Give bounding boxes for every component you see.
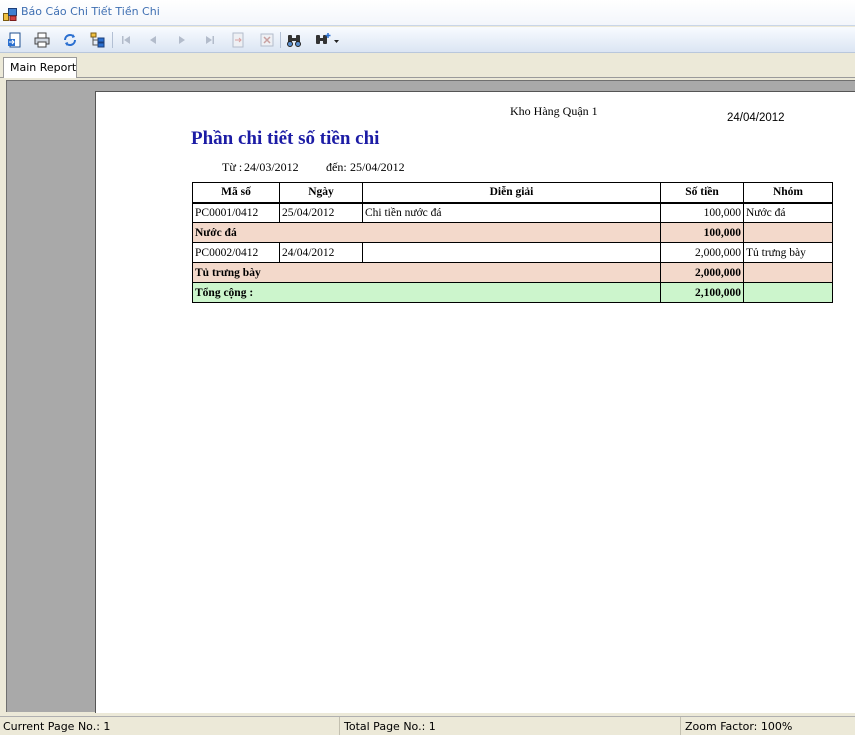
to-label: đến: xyxy=(326,160,347,174)
toolbar xyxy=(0,27,855,53)
group-subtotal-row: Nước đá 100,000 xyxy=(192,222,833,243)
group-label: Tủ trưng bày xyxy=(192,262,661,283)
cell-so-tien: 100,000 xyxy=(660,202,744,223)
group-subtotal-row: Tủ trưng bày 2,000,000 xyxy=(192,262,833,283)
cell-so-tien: 2,000,000 xyxy=(660,242,744,263)
cell-ma-so: PC0001/0412 xyxy=(192,202,280,223)
column-header-dien-giai: Diễn giải xyxy=(362,182,661,204)
zoom-status: Zoom Factor: 100% xyxy=(685,720,793,733)
zoom-icon[interactable] xyxy=(312,30,342,50)
toolbar-separator xyxy=(280,32,281,48)
grand-total-amount: 2,100,000 xyxy=(660,282,744,303)
table-header: Mã số Ngày Diễn giải Số tiền Nhóm xyxy=(192,182,833,204)
refresh-icon[interactable] xyxy=(60,30,80,50)
group-subtotal: 100,000 xyxy=(660,222,744,243)
detail-table: Mã số Ngày Diễn giải Số tiền Nhóm PC0001… xyxy=(192,182,833,303)
total-empty-cell xyxy=(743,282,833,303)
column-header-nhom: Nhóm xyxy=(743,182,833,204)
tab-strip: Main Report xyxy=(0,54,855,78)
first-page-icon[interactable] xyxy=(116,30,136,50)
tab-main-report[interactable]: Main Report xyxy=(3,57,77,78)
cell-nhom: Nước đá xyxy=(743,202,833,223)
group-tree-icon[interactable] xyxy=(88,30,108,50)
column-header-ma-so: Mã số xyxy=(192,182,280,204)
cell-ngay: 25/04/2012 xyxy=(279,202,363,223)
previous-page-icon[interactable] xyxy=(143,30,163,50)
print-date: 24/04/2012 xyxy=(727,112,785,124)
to-date: 25/04/2012 xyxy=(350,160,405,174)
stop-icon[interactable] xyxy=(257,30,277,50)
report-viewport[interactable]: Kho Hàng Quận 1 24/04/2012 Phần chi tiết… xyxy=(6,80,855,713)
window-title: Báo Cáo Chi Tiết Tiền Chi xyxy=(21,5,160,18)
org-name: Kho Hàng Quận 1 xyxy=(510,104,598,118)
group-subtotal: 2,000,000 xyxy=(660,262,744,283)
toolbar-separator xyxy=(112,32,113,48)
table-row: PC0002/0412 24/04/2012 2,000,000 Tủ trưn… xyxy=(192,242,833,263)
group-label: Nước đá xyxy=(192,222,661,243)
report-viewer-window: Báo Cáo Chi Tiết Tiền Chi Main Report Kh… xyxy=(0,0,855,735)
find-icon[interactable] xyxy=(284,30,304,50)
total-page-status: Total Page No.: 1 xyxy=(341,717,681,735)
report-page: Kho Hàng Quận 1 24/04/2012 Phần chi tiết… xyxy=(95,91,855,713)
column-header-so-tien: Số tiền xyxy=(660,182,744,204)
cell-dien-giai: Chi tiền nước đá xyxy=(362,202,661,223)
from-date: 24/03/2012 xyxy=(244,160,299,174)
print-icon[interactable] xyxy=(32,30,52,50)
next-page-icon[interactable] xyxy=(172,30,192,50)
table-row: PC0001/0412 25/04/2012 Chi tiền nước đá … xyxy=(192,202,833,223)
grand-total-label: Tổng cộng : xyxy=(192,282,661,303)
column-header-ngay: Ngày xyxy=(279,182,363,204)
cell-nhom: Tủ trưng bày xyxy=(743,242,833,263)
current-page-status: Current Page No.: 1 xyxy=(0,717,340,735)
report-app-icon xyxy=(3,6,17,21)
cell-ma-so: PC0002/0412 xyxy=(192,242,280,263)
last-page-icon[interactable] xyxy=(200,30,220,50)
goto-page-icon[interactable] xyxy=(228,30,248,50)
group-empty-cell xyxy=(743,262,833,283)
title-bar[interactable]: Báo Cáo Chi Tiết Tiền Chi xyxy=(0,0,855,26)
group-empty-cell xyxy=(743,222,833,243)
report-title: Phần chi tiết số tiền chi xyxy=(191,128,380,149)
export-icon[interactable] xyxy=(5,30,25,50)
cell-ngay: 24/04/2012 xyxy=(279,242,363,263)
cell-dien-giai xyxy=(362,242,661,263)
status-bar: Current Page No.: 1 Total Page No.: 1 Zo… xyxy=(0,716,855,735)
from-label: Từ : xyxy=(222,160,243,174)
grand-total-row: Tổng cộng : 2,100,000 xyxy=(192,282,833,303)
